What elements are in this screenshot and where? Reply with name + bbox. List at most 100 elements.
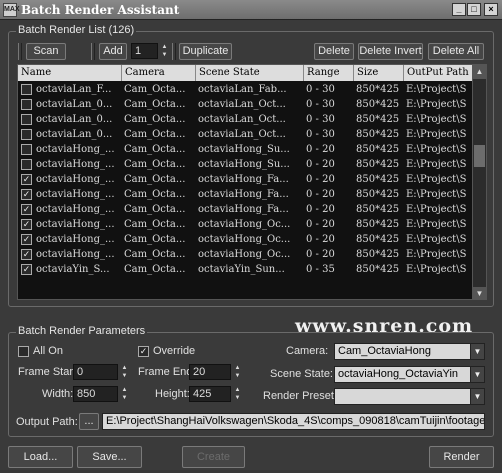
chevron-down-icon[interactable]: ▼ [470, 344, 484, 359]
row-checkbox[interactable]: ✓ [21, 234, 32, 245]
scroll-down-icon[interactable]: ▼ [473, 287, 486, 299]
row-checkbox[interactable]: ✓ [21, 189, 32, 200]
cell-range: 0 - 20 [306, 219, 335, 230]
minimize-button[interactable]: _ [452, 3, 466, 16]
maximize-button[interactable]: □ [467, 3, 481, 16]
cell-name: octaviaHong_... [36, 159, 115, 170]
column-header-range[interactable]: Range [304, 65, 354, 81]
spin-down-icon[interactable]: ▼ [233, 372, 242, 380]
chevron-down-icon[interactable]: ▼ [470, 389, 484, 404]
scroll-thumb[interactable] [474, 145, 485, 167]
camera-dropdown[interactable]: Cam_OctaviaHong ▼ [334, 343, 485, 360]
row-checkbox[interactable] [21, 129, 32, 140]
batch-render-table[interactable]: Name Camera Scene State Range Size OutPu… [17, 64, 487, 300]
table-row[interactable]: ✓ octaviaHong_... Cam_Octa... octaviaHong_O… [18, 217, 473, 232]
table-row[interactable]: ✓ octaviaHong_... Cam_Octa... octaviaHong_O… [18, 247, 473, 262]
spin-down-icon[interactable]: ▼ [233, 394, 242, 402]
cell-size: 850*425 [356, 249, 400, 260]
chevron-down-icon[interactable]: ▼ [470, 367, 484, 382]
column-header-output-path[interactable]: OutPut Path [404, 65, 473, 81]
delete-invert-button[interactable]: Delete Invert [358, 43, 423, 60]
batch-render-list-title: Batch Render List (126) [16, 24, 137, 36]
width-spinner[interactable]: ▲ ▼ [120, 386, 129, 402]
cell-size: 850*425 [356, 144, 400, 155]
row-checkbox[interactable] [21, 114, 32, 125]
row-checkbox[interactable] [21, 99, 32, 110]
table-row[interactable]: octaviaLan_F... Cam_Octa... octaviaLan_Fab… [18, 82, 473, 97]
table-row[interactable]: octaviaLan_0... Cam_Octa... octaviaLan_Oct… [18, 127, 473, 142]
row-checkbox[interactable]: ✓ [21, 174, 32, 185]
spin-up-icon[interactable]: ▲ [233, 364, 242, 372]
spin-down-icon[interactable]: ▼ [120, 372, 129, 380]
delete-button[interactable]: Delete [314, 43, 354, 60]
spin-down-icon[interactable]: ▼ [120, 394, 129, 402]
table-row[interactable]: ✓ octaviaYin_S... Cam_Octa... octaviaYin_Su… [18, 262, 473, 277]
table-scrollbar[interactable]: ▲ ▼ [472, 65, 486, 299]
window-title: Batch Render Assistant [21, 3, 180, 17]
spin-up-icon[interactable]: ▲ [120, 386, 129, 394]
add-count-spinner[interactable]: ▲ ▼ [160, 43, 169, 59]
row-checkbox[interactable]: ✓ [21, 264, 32, 275]
duplicate-button[interactable]: Duplicate [179, 43, 232, 60]
render-button[interactable]: Render [429, 446, 494, 468]
save-button[interactable]: Save... [77, 446, 142, 468]
height-label: Height: [155, 388, 190, 400]
cell-output-path: E:\Project\S [406, 189, 467, 200]
cell-scene-state: octaviaHong_Fa... [198, 204, 289, 215]
frame-start-label: Frame Start: [18, 366, 80, 378]
add-button[interactable]: Add [99, 43, 127, 60]
render-preset-dropdown[interactable]: ▼ [334, 388, 485, 405]
row-checkbox[interactable] [21, 144, 32, 155]
column-header-camera[interactable]: Camera [122, 65, 196, 81]
row-checkbox[interactable]: ✓ [21, 219, 32, 230]
column-header-scene-state[interactable]: Scene State [196, 65, 304, 81]
column-header-size[interactable]: Size [354, 65, 404, 81]
close-button[interactable]: × [484, 3, 498, 16]
height-input[interactable]: 425 [189, 386, 231, 402]
app-icon: MAX [3, 3, 20, 17]
table-row[interactable]: octaviaLan_0... Cam_Octa... octaviaLan_Oct… [18, 112, 473, 127]
table-row[interactable]: ✓ octaviaHong_... Cam_Octa... octaviaHong_F… [18, 172, 473, 187]
spin-up-icon[interactable]: ▲ [233, 386, 242, 394]
scene-state-dropdown[interactable]: octaviaHong_OctaviaYin ▼ [334, 366, 485, 383]
spin-down-icon[interactable]: ▼ [160, 51, 169, 59]
cell-range: 0 - 20 [306, 204, 335, 215]
all-on-checkbox[interactable] [18, 346, 29, 357]
title-bar: MAX Batch Render Assistant _ □ × [0, 0, 502, 20]
table-row[interactable]: octaviaHong_... Cam_Octa... octaviaHong_Su… [18, 157, 473, 172]
spin-up-icon[interactable]: ▲ [160, 43, 169, 51]
add-count-input[interactable]: 1 [131, 43, 158, 59]
row-checkbox[interactable] [21, 159, 32, 170]
scene-state-label: Scene State: [270, 368, 333, 380]
cell-scene-state: octaviaHong_Oc... [198, 219, 291, 230]
table-row[interactable]: ✓ octaviaHong_... Cam_Octa... octaviaHong_F… [18, 202, 473, 217]
column-header-name[interactable]: Name [18, 65, 122, 81]
scroll-up-icon[interactable]: ▲ [473, 65, 486, 79]
cell-name: octaviaYin_S... [36, 264, 110, 275]
table-row[interactable]: ✓ octaviaHong_... Cam_Octa... octaviaHong_O… [18, 232, 473, 247]
table-row[interactable]: octaviaLan_0... Cam_Octa... octaviaLan_Oct… [18, 97, 473, 112]
delete-all-button[interactable]: Delete All [428, 43, 484, 60]
frame-start-spinner[interactable]: ▲ ▼ [120, 364, 129, 380]
cell-camera: Cam_Octa... [124, 219, 186, 230]
table-header: Name Camera Scene State Range Size OutPu… [18, 65, 473, 81]
load-button[interactable]: Load... [8, 446, 73, 468]
row-checkbox[interactable]: ✓ [21, 204, 32, 215]
override-checkbox[interactable]: ✓ [138, 346, 149, 357]
frame-end-spinner[interactable]: ▲ ▼ [233, 364, 242, 380]
table-row[interactable]: octaviaHong_... Cam_Octa... octaviaHong_Su… [18, 142, 473, 157]
row-checkbox[interactable]: ✓ [21, 249, 32, 260]
scan-button[interactable]: Scan [26, 43, 66, 60]
frame-start-input[interactable]: 0 [73, 364, 118, 380]
row-checkbox[interactable] [21, 84, 32, 95]
width-input[interactable]: 850 [73, 386, 118, 402]
height-spinner[interactable]: ▲ ▼ [233, 386, 242, 402]
spin-up-icon[interactable]: ▲ [120, 364, 129, 372]
output-path-input[interactable]: E:\Project\ShangHaiVolkswagen\Skoda_4S\c… [102, 413, 485, 430]
table-row[interactable]: ✓ octaviaHong_... Cam_Octa... octaviaHong_F… [18, 187, 473, 202]
frame-end-input[interactable]: 20 [189, 364, 231, 380]
cell-size: 850*425 [356, 99, 400, 110]
browse-output-path-button[interactable]: ... [79, 413, 99, 430]
cell-scene-state: octaviaLan_Oct... [198, 99, 286, 110]
create-button[interactable]: Create [182, 446, 245, 468]
